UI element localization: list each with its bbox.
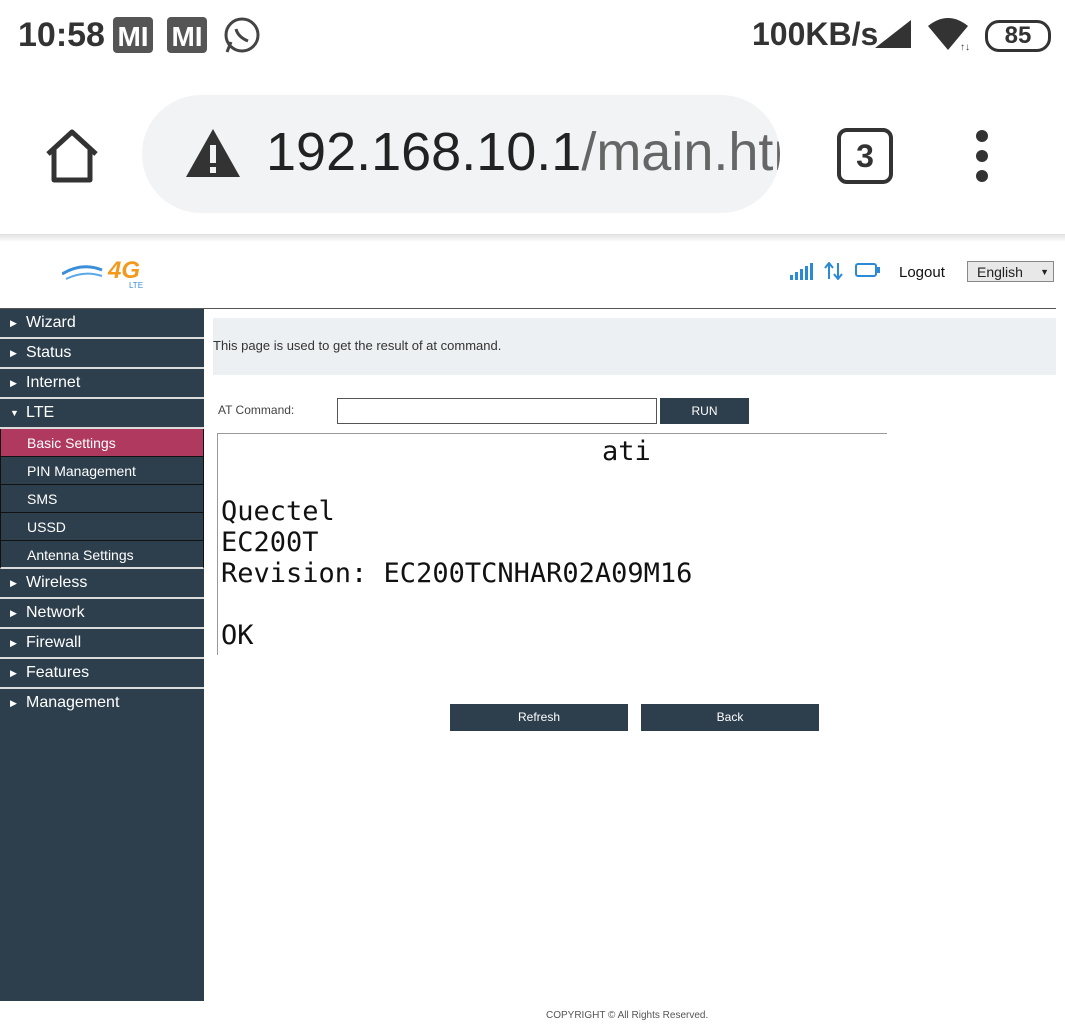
svg-text:↑↓: ↑↓: [960, 42, 970, 52]
sidebar-item-label: Status: [26, 344, 72, 361]
collapsed-arrow-icon: ▶: [10, 348, 17, 358]
result-line: OK: [221, 620, 254, 651]
sidebar-item-network[interactable]: ▶ Network: [0, 599, 204, 629]
sidebar-item-label: Network: [26, 604, 85, 621]
sidebar-nav: ▶ Wizard ▶ Status ▶ Internet ▼ LTE Basic Set…: [0, 309, 204, 1001]
status-bar: 10:58 MI MI 100KB/s ↑↓ 85: [0, 0, 1065, 72]
result-line: Quectel: [221, 496, 335, 527]
page-description: This page is used to get the result of a…: [213, 338, 502, 353]
page-description-box: This page is used to get the result of a…: [213, 318, 1056, 375]
4g-lte-logo: 4G LTE: [62, 257, 143, 290]
logout-link[interactable]: Logout: [899, 264, 945, 281]
sidebar-subitem-sms[interactable]: SMS: [0, 485, 204, 513]
signal-strength-icon: [790, 263, 813, 280]
sidebar-item-management[interactable]: ▶ Management: [0, 689, 204, 717]
sidebar-subitem-ussd[interactable]: USSD: [0, 513, 204, 541]
run-button[interactable]: RUN: [660, 398, 749, 424]
tab-switcher-button[interactable]: 3: [837, 128, 893, 184]
more-options-icon[interactable]: [970, 128, 994, 184]
sidebar-item-status[interactable]: ▶ Status: [0, 339, 204, 369]
dropdown-arrow-icon: ▼: [1040, 267, 1049, 277]
collapsed-arrow-icon: ▶: [10, 378, 17, 388]
collapsed-arrow-icon: ▶: [10, 668, 17, 678]
url-path: /main.htm: [581, 122, 780, 182]
sidebar-item-label: Firewall: [26, 634, 82, 651]
whatsapp-icon: [224, 17, 260, 53]
collapsed-arrow-icon: ▶: [10, 638, 17, 648]
collapsed-arrow-icon: ▶: [10, 318, 17, 328]
sidebar-item-label: LTE: [26, 404, 55, 421]
sidebar-item-label: Features: [26, 664, 90, 681]
sidebar-item-label: Wizard: [26, 314, 76, 331]
svg-text:4G: 4G: [107, 257, 140, 284]
url-text[interactable]: 192.168.10.1/main.htm: [266, 121, 780, 183]
device-monitor-icon: [855, 263, 880, 277]
collapsed-arrow-icon: ▶: [10, 698, 17, 708]
language-value: English: [977, 264, 1023, 280]
sidebar-subitem-antenna-settings[interactable]: Antenna Settings: [0, 541, 204, 569]
sidebar-item-internet[interactable]: ▶ Internet: [0, 369, 204, 399]
not-secure-warning-icon[interactable]: [184, 127, 242, 179]
svg-text:MI: MI: [171, 21, 202, 52]
sidebar-item-label: Wireless: [26, 574, 88, 591]
sidebar-item-wireless[interactable]: ▶ Wireless: [0, 569, 204, 599]
sidebar-item-label: Internet: [26, 374, 81, 391]
copyright-text: COPYRIGHT © All Rights Reserved.: [546, 1010, 709, 1021]
network-speed: 100KB/s: [752, 16, 879, 52]
toolbar-shadow: [0, 234, 1065, 242]
result-line: Revision: EC200TCNHAR02A09M16: [221, 558, 693, 589]
svg-text:MI: MI: [117, 21, 148, 52]
result-command: ati: [602, 436, 651, 467]
refresh-button[interactable]: Refresh: [450, 704, 628, 731]
sidebar-item-features[interactable]: ▶ Features: [0, 659, 204, 689]
back-button[interactable]: Back: [641, 704, 819, 731]
expanded-arrow-icon: ▼: [10, 408, 19, 418]
data-transfer-icon: [824, 262, 843, 280]
sidebar-subitem-basic-settings[interactable]: Basic Settings: [0, 429, 204, 457]
svg-text:LTE: LTE: [129, 281, 143, 290]
notification-m-icon: MI: [167, 17, 207, 53]
sidebar-item-lte[interactable]: ▼ LTE: [0, 399, 204, 429]
at-command-input[interactable]: [337, 398, 657, 424]
battery-indicator: 85: [985, 20, 1051, 52]
home-icon[interactable]: [40, 124, 104, 188]
address-bar[interactable]: 192.168.10.1/main.htm: [142, 95, 780, 213]
url-host: 192.168.10.1: [266, 122, 582, 182]
notification-m-icon: MI: [113, 17, 153, 53]
collapsed-arrow-icon: ▶: [10, 578, 17, 588]
result-line: EC200T: [221, 527, 319, 558]
wifi-icon: ↑↓: [928, 18, 970, 52]
language-select[interactable]: English ▼: [967, 261, 1054, 282]
browser-toolbar: 192.168.10.1/main.htm 3: [0, 72, 1065, 237]
router-header: 4G LTE Logout English ▼: [0, 242, 1065, 308]
sidebar-item-wizard[interactable]: ▶ Wizard: [0, 309, 204, 339]
at-command-label: AT Command:: [218, 403, 295, 417]
command-result-textarea[interactable]: ati Quectel EC200T Revision: EC200TCNHAR…: [217, 433, 887, 655]
sidebar-subitem-pin-management[interactable]: PIN Management: [0, 457, 204, 485]
cell-signal-icon: [875, 20, 911, 48]
sidebar-item-label: Management: [26, 694, 120, 711]
sidebar-item-firewall[interactable]: ▶ Firewall: [0, 629, 204, 659]
status-time: 10:58: [18, 16, 105, 54]
collapsed-arrow-icon: ▶: [10, 608, 17, 618]
